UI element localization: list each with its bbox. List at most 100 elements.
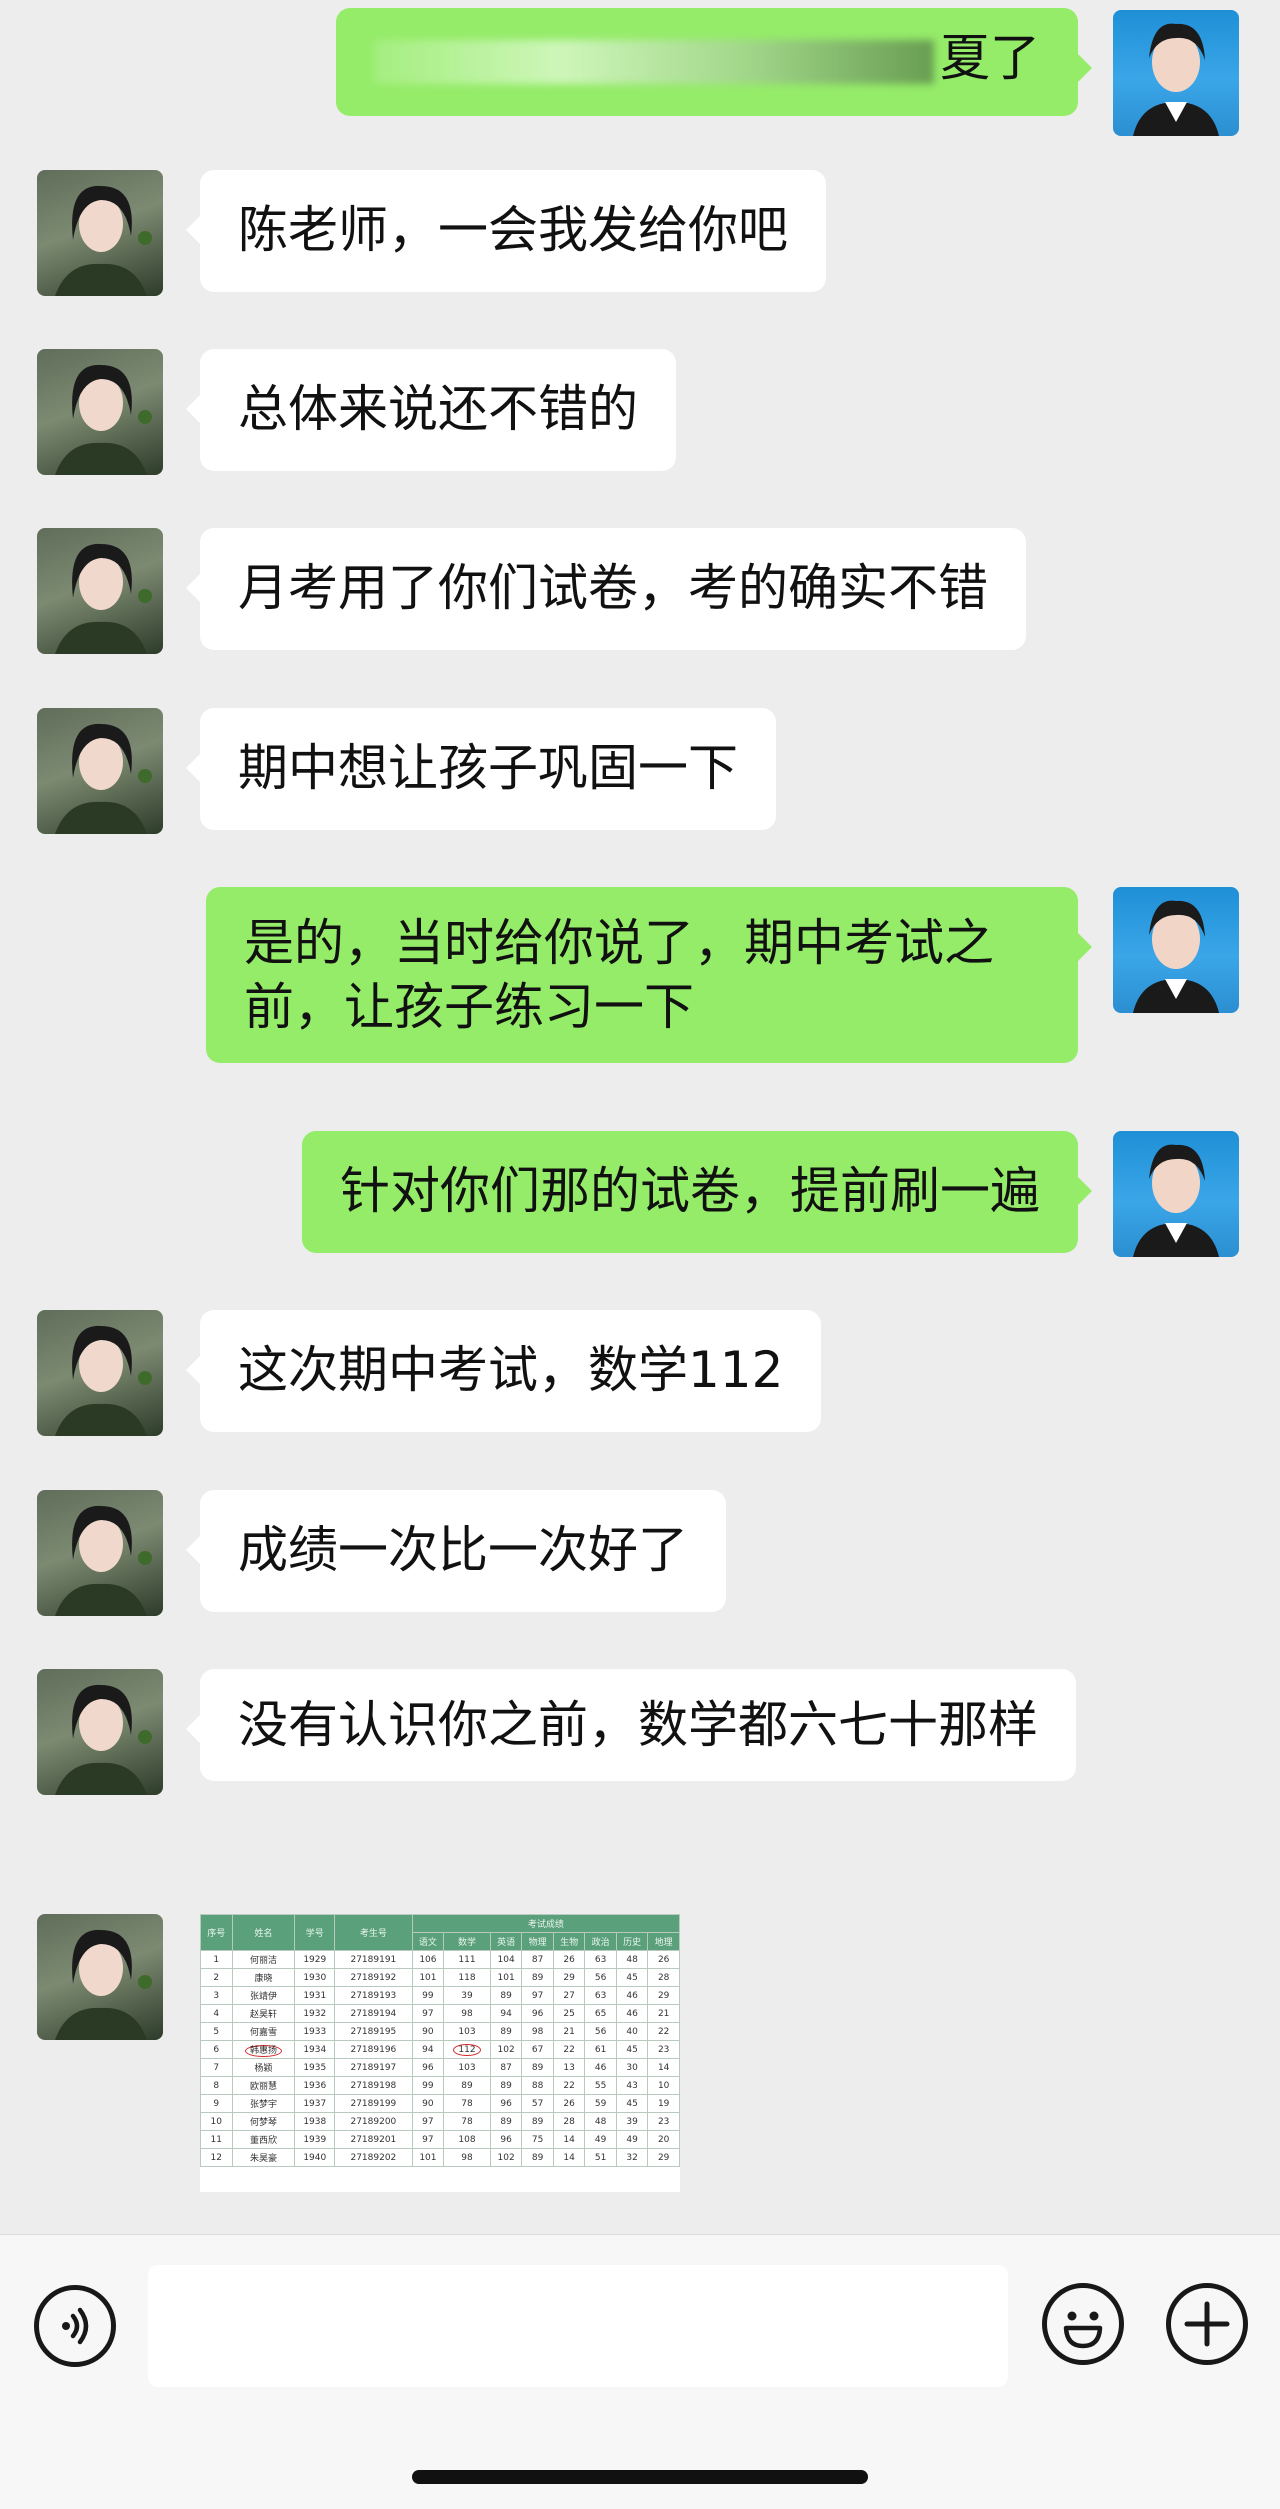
table-cell: 98 — [521, 2022, 554, 2041]
message-bubble-incoming[interactable]: 总体来说还不错的 — [186, 349, 676, 471]
table-cell-text: 90 — [422, 2026, 434, 2037]
avatar-contact[interactable] — [37, 528, 163, 654]
table-cell: 1931 — [294, 1986, 336, 2005]
table-cell-text: 张梦宇 — [249, 2100, 277, 2110]
table-cell: 27189202 — [334, 2148, 413, 2167]
table-cell: 14 — [552, 2148, 586, 2167]
table-cell: 朱昊豪 — [231, 2148, 296, 2167]
table-cell: 45 — [615, 2040, 649, 2059]
message-bubble-outgoing[interactable]: 夏了 — [336, 8, 1092, 116]
table-cell-text: 103 — [458, 2026, 476, 2037]
table-cell: 108 — [443, 2130, 491, 2149]
table-cell: 78 — [443, 2094, 491, 2113]
table-cell: 87 — [521, 1950, 554, 1969]
plus-icon[interactable] — [1166, 2283, 1248, 2365]
table-cell-text: 40 — [626, 2026, 638, 2037]
avatar-contact[interactable] — [37, 1914, 163, 2040]
table-cell-text: 27189202 — [350, 2152, 397, 2163]
avatar-self[interactable] — [1113, 887, 1239, 1013]
message-bubble-incoming[interactable]: 期中想让孩子巩固一下 — [186, 708, 776, 830]
table-cell: 23 — [647, 2112, 680, 2131]
table-cell-text: 32 — [626, 2152, 638, 2163]
table-cell: 27189192 — [334, 1968, 413, 1987]
avatar-self[interactable] — [1113, 10, 1239, 136]
table-cell-text: 108 — [458, 2134, 476, 2145]
table-cell: 27189194 — [334, 2004, 413, 2023]
avatar-self[interactable] — [1113, 1131, 1239, 1257]
message-bubble-incoming[interactable]: 月考用了你们试卷，考的确实不错 — [186, 528, 1026, 650]
message-bubble-incoming[interactable]: 没有认识你之前，数学都六七十那样 — [186, 1669, 1076, 1781]
table-cell: 49 — [615, 2130, 649, 2149]
avatar-contact[interactable] — [37, 349, 163, 475]
avatar-contact[interactable] — [37, 708, 163, 834]
avatar-contact[interactable] — [37, 1490, 163, 1616]
table-cell-text: 78 — [461, 2098, 473, 2109]
table-row: 8 欧丽慧 1936 27189198 99 89 89 88 22 55 43 10 — [200, 2076, 680, 2095]
table-cell: 1938 — [294, 2112, 336, 2131]
table-cell: 5 — [200, 2022, 233, 2041]
table-row: 7 杨颖 1935 27189197 96 103 87 89 13 46 30 14 — [200, 2058, 680, 2077]
table-cell: 27189191 — [334, 1950, 413, 1969]
table-cell: 46 — [584, 2058, 617, 2077]
table-header: 学号 — [294, 1914, 336, 1951]
table-cell-text: 112 — [453, 2043, 481, 2056]
image-message-thumbnail[interactable]: 序号 姓名 学号 考生号 考试成绩 语文 数学 英语 物理 生物 政治 历史 地理 1 何丽洁 1… — [200, 1914, 680, 2192]
table-cell: 118 — [443, 1968, 491, 1987]
table-cell-text: 96 — [500, 2098, 512, 2109]
table-cell-text: 27189192 — [350, 1972, 397, 1983]
table-cell-text: 61 — [594, 2044, 607, 2055]
table-cell-text: 27189196 — [350, 2044, 397, 2055]
table-cell: 87 — [489, 2058, 523, 2077]
table-cell-text: 27189198 — [350, 2080, 397, 2091]
table-cell-text: 25 — [563, 2008, 575, 2019]
avatar-contact[interactable] — [37, 170, 163, 296]
home-indicator[interactable] — [412, 2470, 868, 2484]
table-cell-text: 57 — [531, 2098, 544, 2109]
avatar-contact[interactable] — [37, 1669, 163, 1795]
table-cell-text: 1939 — [303, 2134, 327, 2145]
emoji-icon[interactable] — [1042, 2283, 1124, 2365]
table-cell-text: 96 — [500, 2134, 512, 2145]
table-cell: 1940 — [294, 2148, 336, 2167]
table-cell: 78 — [443, 2112, 491, 2131]
table-cell-text: 1940 — [303, 2152, 327, 2163]
table-cell: 14 — [647, 2058, 680, 2077]
table-cell-text: 27189200 — [350, 2116, 397, 2127]
table-cell-text: 7 — [213, 2062, 220, 2073]
table-cell-text: 45 — [626, 2044, 638, 2055]
message-bubble-incoming[interactable]: 这次期中考试，数学112 — [185, 1310, 822, 1432]
table-cell-text: 43 — [626, 2080, 638, 2091]
table-cell-text: 30 — [626, 2062, 638, 2073]
table-cell-text: 3 — [213, 1990, 220, 2001]
table-cell-text: 27189194 — [350, 2008, 397, 2019]
table-cell-text: 106 — [419, 1954, 437, 1965]
table-cell: 27189193 — [334, 1986, 413, 2005]
table-cell: 1929 — [294, 1950, 336, 1969]
voice-icon[interactable] — [34, 2285, 116, 2367]
table-cell: 103 — [443, 2022, 491, 2041]
table-cell: 29 — [647, 1986, 680, 2005]
table-cell-text: 19 — [657, 2098, 670, 2109]
table-cell-text: 102 — [497, 2152, 515, 2163]
table-cell: 4 — [200, 2004, 233, 2023]
table-cell: 何丽洁 — [231, 1950, 296, 1969]
message-bubble-outgoing[interactable]: 是的，当时给你说了，期中考试之前，让孩子练习一下 — [206, 887, 1092, 1063]
message-bubble-incoming[interactable]: 成绩一次比一次好了 — [186, 1490, 726, 1612]
table-cell-text: 101 — [497, 1972, 515, 1983]
input-bar — [0, 2234, 1280, 2509]
table-row: 9 张梦宇 1937 27189199 90 78 96 57 26 59 45 19 — [200, 2094, 680, 2113]
table-cell: 19 — [647, 2094, 680, 2113]
message-bubble-outgoing[interactable]: 针对你们那的试卷，提前刷一遍 — [302, 1131, 1092, 1253]
message-input[interactable] — [148, 2265, 1008, 2387]
table-cell-text: 89 — [500, 2116, 512, 2127]
table-cell-text: 何丽洁 — [249, 1956, 277, 1966]
table-row: 4 赵昊轩 1932 27189194 97 98 94 96 25 65 46 21 — [200, 2004, 680, 2023]
table-cell: 27189199 — [334, 2094, 413, 2113]
avatar-contact[interactable] — [37, 1310, 163, 1436]
table-cell: 55 — [584, 2076, 617, 2095]
table-cell: 欧丽慧 — [231, 2076, 296, 2095]
message-bubble-incoming[interactable]: 陈老师，一会我发给你吧 — [186, 170, 826, 292]
table-cell-text: 98 — [531, 2026, 544, 2037]
table-cell-text: 杨颖 — [254, 2064, 273, 2074]
table-cell-text: 96 — [422, 2062, 434, 2073]
